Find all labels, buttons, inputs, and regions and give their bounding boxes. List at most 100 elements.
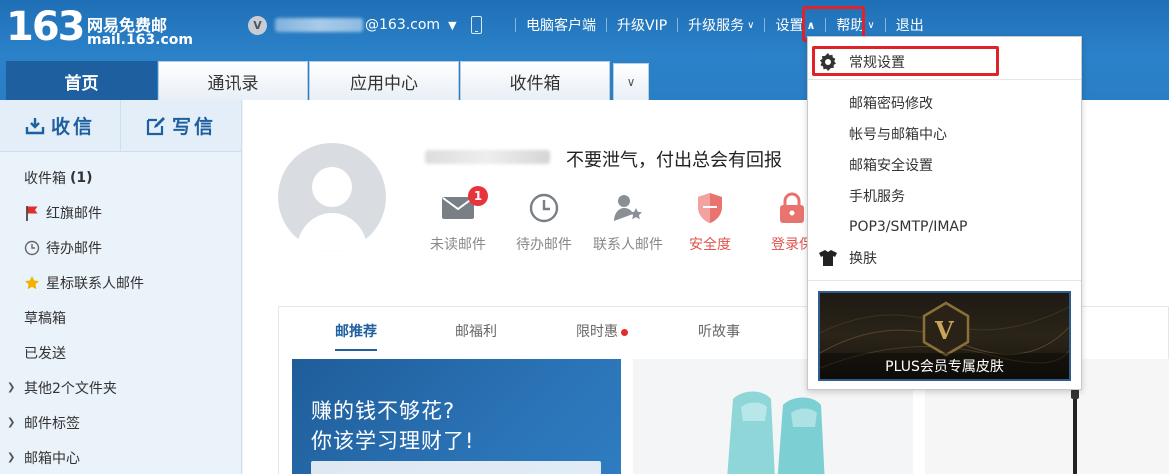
settings-label: 设置 — [775, 18, 804, 34]
nav-divider — [764, 18, 766, 32]
plus-skin-banner[interactable]: V PLUS会员专属皮肤 — [818, 291, 1071, 381]
menu-item-security-settings[interactable]: 邮箱安全设置 — [808, 149, 1081, 180]
chevron-right-icon[interactable]: ❯ — [7, 382, 15, 393]
shield-icon — [696, 184, 724, 232]
chevron-right-icon[interactable]: ❯ — [7, 417, 15, 428]
sidebar-item-sent[interactable]: 已发送 — [0, 335, 241, 370]
sidebar-item-flagged[interactable]: 红旗邮件 — [0, 195, 241, 230]
tab-listen-stories[interactable]: 听故事 — [698, 321, 740, 341]
tab-inbox[interactable]: 收件箱 — [460, 61, 610, 100]
unread-badge: 1 — [468, 186, 488, 206]
quick-action-label: 联系人邮件 — [593, 237, 663, 253]
clock-icon — [24, 240, 40, 256]
tab-mail-recommend[interactable]: 邮推荐 — [335, 321, 377, 351]
nav-divider — [515, 18, 516, 32]
sidebar-item-mail-tags[interactable]: ❯ 邮件标签 — [0, 405, 241, 440]
sidebar-item-label: 待办邮件 — [46, 240, 102, 257]
logout-link[interactable]: 退出 — [896, 15, 924, 35]
menu-item-skin[interactable]: 换肤 — [808, 242, 1081, 273]
menu-item-pop3-smtp-imap[interactable]: POP3/SMTP/IMAP — [808, 211, 1081, 242]
sidebar-item-mail-center[interactable]: ❯ 邮箱中心 — [0, 440, 241, 474]
new-dot-indicator — [621, 328, 628, 336]
banner-line: 你该学习理财了! — [311, 429, 475, 453]
tab-mail-welfare[interactable]: 邮福利 — [455, 321, 497, 341]
general-settings-highlight-box — [812, 46, 999, 76]
desktop-client-link[interactable]: 电脑客户端 — [526, 15, 596, 35]
sidebar-item-label: 邮件标签 — [24, 415, 80, 432]
menu-item-password-change[interactable]: 邮箱密码修改 — [808, 87, 1081, 118]
menu-item-mobile-service[interactable]: 手机服务 — [808, 180, 1081, 211]
tabs-more-button[interactable]: ∨ — [613, 63, 649, 100]
quick-todo-mail[interactable]: 待办邮件 — [499, 184, 589, 254]
pencil-edit-icon — [146, 116, 166, 136]
nav-divider — [884, 18, 886, 32]
sidebar-item-label: 星标联系人邮件 — [46, 275, 144, 292]
red-flag-icon — [24, 205, 40, 221]
tab-label: 限时惠 — [576, 324, 618, 340]
skin-caption: PLUS会员专属皮肤 — [820, 353, 1069, 379]
menu-divider — [808, 79, 1081, 80]
sidebar-item-label: 邮箱中心 — [24, 450, 80, 467]
main-tabs: 首页 通讯录 应用中心 收件箱 ∨ — [6, 61, 650, 100]
quick-action-label: 安全度 — [689, 237, 731, 253]
sidebar-item-label: 草稿箱 — [24, 310, 66, 327]
chevron-down-icon[interactable]: ▼ — [448, 19, 456, 32]
settings-dropdown: 常规设置 邮箱密码修改 帐号与邮箱中心 邮箱安全设置 手机服务 POP3/SMT… — [807, 36, 1082, 390]
chevron-down-icon: ∨ — [867, 19, 875, 31]
receive-mail-button[interactable]: 收信 — [0, 100, 120, 151]
quick-action-label: 未读邮件 — [430, 237, 486, 253]
upgrade-service-menu[interactable]: 升级服务 ∨ — [688, 15, 754, 35]
star-icon — [24, 275, 40, 291]
sidebar-item-label: 红旗邮件 — [46, 205, 102, 222]
unread-count: (1) — [70, 169, 93, 186]
upgrade-vip-link[interactable]: 升级VIP — [617, 15, 667, 35]
sidebar-item-inbox[interactable]: 收件箱 (1) — [0, 160, 241, 195]
chevron-right-icon[interactable]: ❯ — [7, 452, 15, 463]
tab-home[interactable]: 首页 — [6, 61, 157, 100]
sidebar-item-starred-contacts[interactable]: 星标联系人邮件 — [0, 265, 241, 300]
sidebar: 收信 写信 收件箱 (1) 红旗邮件 待办邮件 星标联系人邮件 草稿箱 已发送 … — [0, 100, 242, 474]
account-email-suffix: @163.com — [365, 17, 441, 33]
nav-divider — [606, 18, 607, 32]
profile-motto: 不要泄气，付出总会有回报 — [566, 150, 782, 171]
tab-contacts[interactable]: 通讯录 — [158, 61, 308, 100]
skin-badge-letter: V — [935, 316, 954, 345]
compose-mail-button[interactable]: 写信 — [120, 100, 241, 151]
mobile-phone-icon[interactable] — [470, 16, 482, 34]
lock-icon — [777, 184, 807, 232]
logo-domain: mail.163.com — [87, 32, 193, 48]
account-name-redacted — [275, 18, 363, 32]
sidebar-item-todo[interactable]: 待办邮件 — [0, 230, 241, 265]
chevron-down-icon: ∨ — [747, 19, 755, 31]
tab-limited-offer[interactable]: 限时惠 — [576, 321, 628, 341]
sidebar-actions: 收信 写信 — [0, 100, 241, 152]
quick-action-label: 待办邮件 — [516, 237, 572, 253]
quick-contact-mail[interactable]: 联系人邮件 — [583, 184, 673, 254]
finance-banner[interactable]: 赚的钱不够花? 你该学习理财了! — [292, 359, 621, 474]
folder-list: 收件箱 (1) 红旗邮件 待办邮件 星标联系人邮件 草稿箱 已发送 ❯ 其他2个… — [0, 152, 241, 474]
chevron-down-icon: ∨ — [626, 75, 636, 89]
banner-text-cut-off — [311, 461, 601, 474]
sidebar-item-drafts[interactable]: 草稿箱 — [0, 300, 241, 335]
sidebar-item-other-folders[interactable]: ❯ 其他2个文件夹 — [0, 370, 241, 405]
banner-line: 赚的钱不够花? — [311, 399, 456, 423]
sidebar-item-label: 其他2个文件夹 — [24, 380, 117, 397]
username-redacted — [425, 150, 550, 164]
quick-security-level[interactable]: 安全度 — [665, 184, 755, 254]
sidebar-item-label: 已发送 — [24, 345, 66, 362]
menu-item-label: 换肤 — [849, 250, 877, 267]
upgrade-service-label: 升级服务 — [688, 18, 745, 34]
account-switcher[interactable]: V @163.com ▼ — [248, 14, 482, 36]
download-inbox-icon — [25, 116, 45, 136]
quick-unread-mail[interactable]: 1 未读邮件 — [413, 184, 503, 254]
vip-badge-icon: V — [248, 15, 267, 35]
envelope-icon: 1 — [442, 184, 488, 232]
tab-app-center[interactable]: 应用中心 — [309, 61, 459, 100]
avatar[interactable] — [278, 143, 386, 251]
clock-icon — [529, 184, 559, 232]
compose-mail-label: 写信 — [171, 116, 216, 138]
logo-number[interactable]: 163 — [6, 6, 85, 48]
contact-star-icon — [612, 184, 644, 232]
tshirt-icon — [819, 249, 837, 267]
menu-item-account-center[interactable]: 帐号与邮箱中心 — [808, 118, 1081, 149]
